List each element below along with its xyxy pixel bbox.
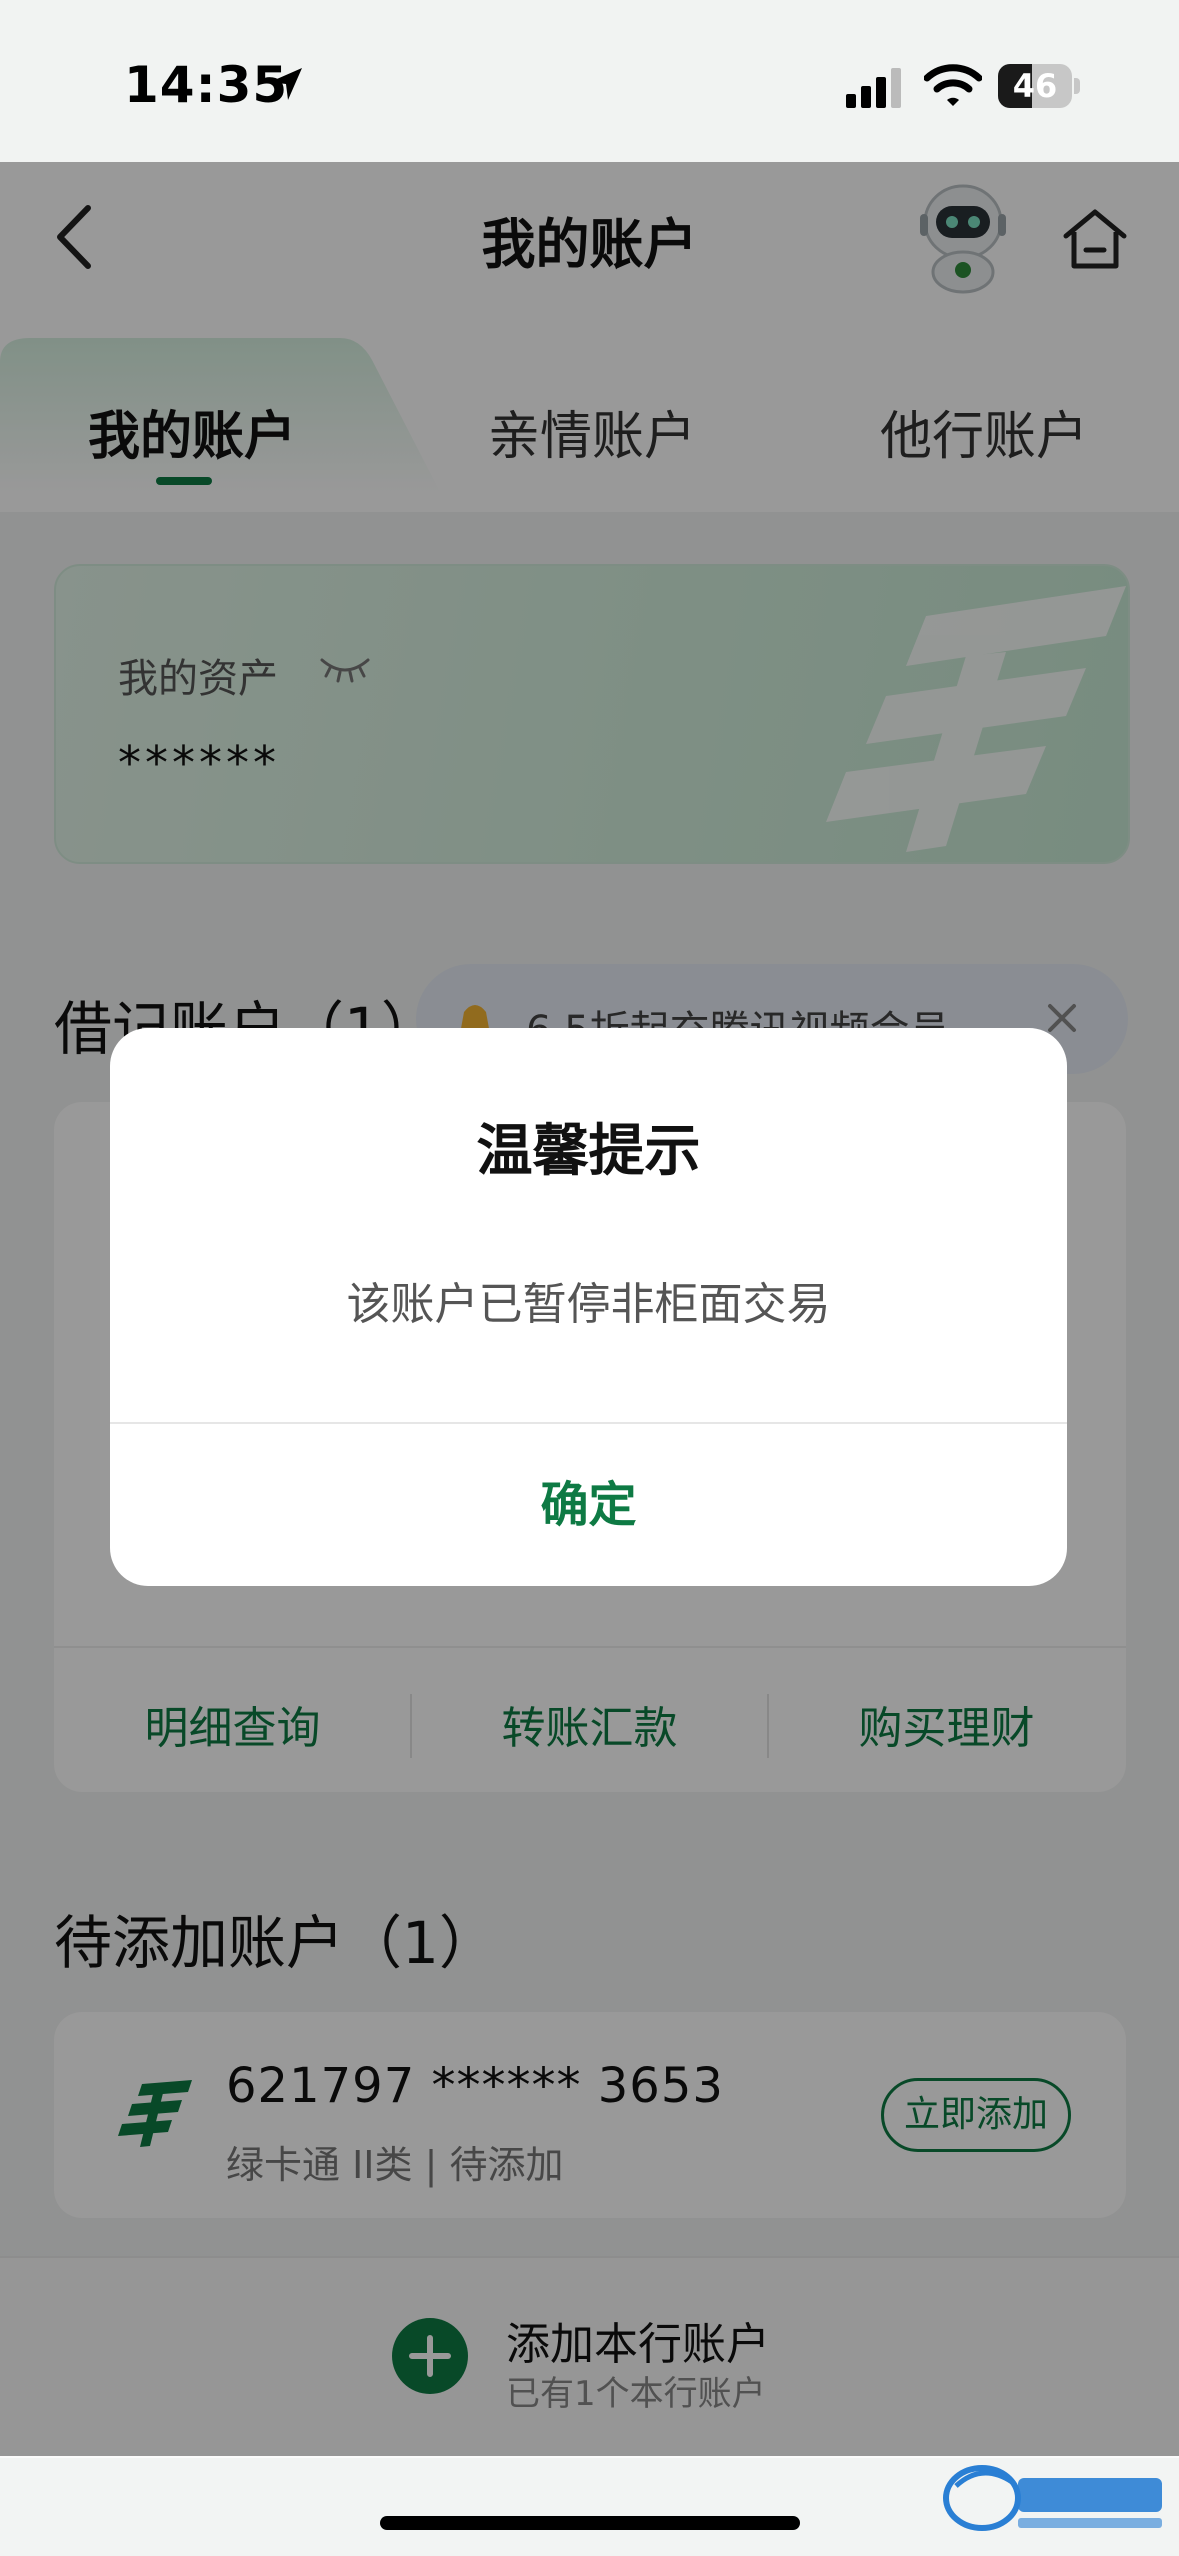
battery-percent: 46 bbox=[1012, 67, 1058, 105]
status-bar: 14:35 46 bbox=[0, 0, 1179, 162]
cellular-signal-icon bbox=[846, 68, 901, 108]
home-indicator[interactable] bbox=[380, 2516, 800, 2530]
battery-indicator: 46 bbox=[998, 64, 1080, 108]
watermark-logo bbox=[943, 2465, 1162, 2531]
wifi-icon bbox=[924, 64, 982, 106]
location-arrow-icon bbox=[270, 68, 302, 100]
battery-tip bbox=[1074, 78, 1080, 94]
alert-dialog: 温馨提示 该账户已暂停非柜面交易 确定 bbox=[110, 1028, 1067, 1586]
dialog-title: 温馨提示 bbox=[476, 1119, 701, 1184]
battery-body: 46 bbox=[998, 64, 1072, 108]
dialog-message: 该账户已暂停非柜面交易 bbox=[346, 1279, 831, 1330]
confirm-button[interactable]: 确定 bbox=[110, 1424, 1067, 1586]
status-time: 14:35 bbox=[124, 56, 289, 114]
